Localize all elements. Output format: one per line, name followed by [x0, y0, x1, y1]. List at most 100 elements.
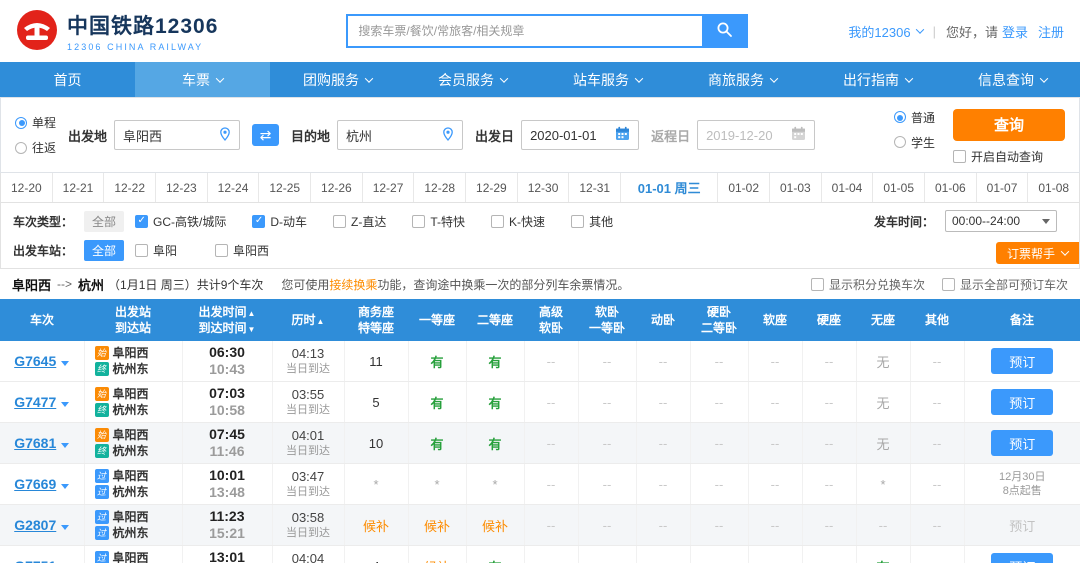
- nav-item[interactable]: 首页: [0, 62, 135, 97]
- chevron-down-icon[interactable]: [61, 361, 69, 366]
- calendar-icon: [615, 126, 630, 144]
- depart-time-select[interactable]: 00:00--24:00: [945, 210, 1057, 232]
- one-way-radio[interactable]: 单程: [15, 114, 56, 131]
- date-tab[interactable]: 12-26: [311, 173, 363, 202]
- date-tab[interactable]: 12-22: [104, 173, 156, 202]
- nav-item[interactable]: 出行指南: [810, 62, 945, 97]
- date-tab[interactable]: 12-20: [1, 173, 53, 202]
- date-tab[interactable]: 01-07: [977, 173, 1029, 202]
- date-tab[interactable]: 12-23: [156, 173, 208, 202]
- date-tab[interactable]: 12-31: [569, 173, 621, 202]
- train-link[interactable]: G2807: [14, 517, 56, 533]
- column-header[interactable]: 出发时间▲到达时间▼: [182, 299, 272, 341]
- date-tab[interactable]: 01-08: [1028, 173, 1079, 202]
- date-tab[interactable]: 01-01 周三: [621, 173, 718, 202]
- transfer-link[interactable]: 接续换乘: [329, 278, 377, 292]
- book-button[interactable]: 预订: [991, 348, 1053, 374]
- nav-item[interactable]: 车票: [135, 62, 270, 97]
- train-link[interactable]: G7751: [14, 558, 56, 563]
- return-date-input[interactable]: 2019-12-20: [697, 120, 815, 150]
- duration-cell: 03:47当日到达: [272, 464, 344, 505]
- train-type-checkbox[interactable]: D-动车: [252, 213, 307, 230]
- column-header-line: 硬座: [802, 312, 856, 328]
- login-link[interactable]: 登录: [1002, 22, 1028, 41]
- depart-station-checkbox-label: 阜阳: [153, 242, 177, 259]
- query-button[interactable]: 查询: [953, 109, 1065, 141]
- train-cell: G7669: [0, 464, 84, 505]
- date-tab[interactable]: 01-06: [925, 173, 977, 202]
- times-cell: 06:3010:43: [182, 341, 272, 382]
- date-tab[interactable]: 12-25: [259, 173, 311, 202]
- sort-arrow-icon[interactable]: ▼: [248, 325, 256, 334]
- register-link[interactable]: 注册: [1038, 22, 1064, 41]
- nav-item[interactable]: 站车服务: [540, 62, 675, 97]
- date-tab[interactable]: 12-27: [363, 173, 415, 202]
- departure-time: 13:01: [185, 549, 270, 563]
- train-type-checkbox[interactable]: K-快速: [491, 213, 545, 230]
- checkbox-icon: [412, 215, 425, 228]
- train-link[interactable]: G7477: [14, 394, 56, 410]
- depart-station-checkbox[interactable]: 阜阳西: [215, 242, 269, 259]
- book-button[interactable]: 预订: [991, 430, 1053, 456]
- train-link[interactable]: G7645: [14, 353, 56, 369]
- sort-arrow-icon[interactable]: ▲: [317, 317, 325, 326]
- depart-date-input[interactable]: 2020-01-01: [521, 120, 639, 150]
- swap-stations-button[interactable]: ⇄: [252, 124, 279, 146]
- book-button[interactable]: 预订: [991, 553, 1053, 563]
- date-tab[interactable]: 01-04: [822, 173, 874, 202]
- column-header-line: 备注: [964, 312, 1080, 328]
- stations-cell: 过阜阳西过杭州东: [84, 505, 182, 546]
- date-tab[interactable]: 12-29: [466, 173, 518, 202]
- arrival-day: 当日到达: [275, 362, 342, 376]
- nav-item[interactable]: 会员服务: [405, 62, 540, 97]
- date-tab[interactable]: 12-24: [208, 173, 260, 202]
- site-logo[interactable]: 中国铁路12306 12306 CHINA RAILWAY: [16, 9, 218, 54]
- booking-helper-button[interactable]: 订票帮手: [996, 242, 1079, 264]
- search-button[interactable]: [702, 16, 746, 46]
- search-input[interactable]: [348, 16, 702, 46]
- from-station-input[interactable]: 阜阳西: [114, 120, 240, 150]
- duration-cell: 04:04当日到达: [272, 546, 344, 563]
- round-trip-radio[interactable]: 往返: [15, 139, 56, 156]
- nav-item[interactable]: 信息查询: [945, 62, 1080, 97]
- book-button[interactable]: 预订: [991, 389, 1053, 415]
- train-type-checkbox[interactable]: 其他: [571, 213, 613, 230]
- sort-arrow-icon[interactable]: ▲: [248, 309, 256, 318]
- nav-item[interactable]: 商旅服务: [675, 62, 810, 97]
- stations-cell: 始阜阳西终杭州东: [84, 423, 182, 464]
- date-tab[interactable]: 12-30: [518, 173, 570, 202]
- date-tab[interactable]: 12-21: [53, 173, 105, 202]
- to-station-input[interactable]: 杭州: [337, 120, 463, 150]
- my-12306-link[interactable]: 我的12306: [848, 22, 922, 41]
- chevron-down-icon[interactable]: [61, 525, 69, 530]
- date-tab[interactable]: 01-03: [770, 173, 822, 202]
- station-line: 终杭州东: [87, 402, 180, 418]
- location-pin-icon: [442, 127, 454, 144]
- chevron-down-icon[interactable]: [61, 484, 69, 489]
- one-way-label: 单程: [32, 114, 56, 131]
- date-tab[interactable]: 12-28: [414, 173, 466, 202]
- show-points-checkbox[interactable]: 显示积分兑换车次: [811, 276, 925, 293]
- normal-passenger-radio[interactable]: 普通: [894, 109, 935, 126]
- seat-cell: --: [578, 505, 636, 546]
- station-name: 阜阳西: [113, 509, 149, 525]
- chevron-down-icon[interactable]: [61, 402, 69, 407]
- nav-item[interactable]: 团购服务: [270, 62, 405, 97]
- column-header[interactable]: 历时▲: [272, 299, 344, 341]
- train-type-checkbox[interactable]: T-特快: [412, 213, 465, 230]
- remark-cell: 预订: [964, 382, 1080, 423]
- date-tab[interactable]: 01-02: [718, 173, 770, 202]
- train-type-all-badge[interactable]: 全部: [84, 211, 124, 232]
- depart-station-checkbox[interactable]: 阜阳: [135, 242, 177, 259]
- depart-station-all-badge[interactable]: 全部: [84, 240, 124, 261]
- student-passenger-radio[interactable]: 学生: [894, 134, 935, 151]
- show-all-bookable-checkbox[interactable]: 显示全部可预订车次: [942, 276, 1068, 293]
- auto-query-checkbox[interactable]: 开启自动查询: [953, 148, 1043, 165]
- train-type-checkbox[interactable]: Z-直达: [333, 213, 386, 230]
- train-link[interactable]: G7681: [14, 435, 56, 451]
- chevron-down-icon[interactable]: [61, 443, 69, 448]
- train-type-checkbox[interactable]: GC-高铁/城际: [135, 213, 226, 230]
- train-link[interactable]: G7669: [14, 476, 56, 492]
- seat-cell: --: [524, 382, 578, 423]
- date-tab[interactable]: 01-05: [873, 173, 925, 202]
